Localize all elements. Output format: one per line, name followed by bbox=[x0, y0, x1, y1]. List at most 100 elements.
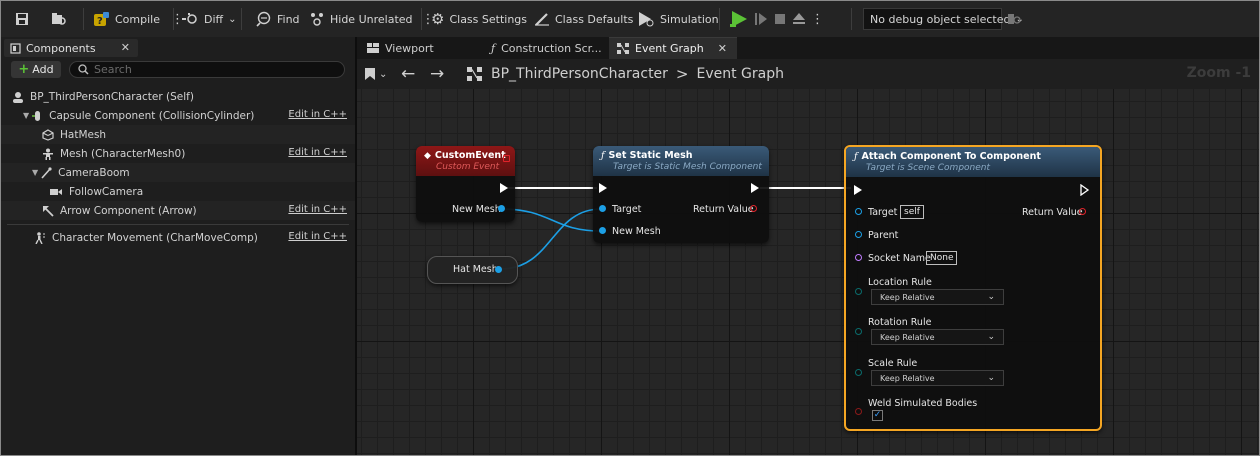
capsule-icon bbox=[32, 110, 41, 121]
eject-icon[interactable] bbox=[792, 11, 806, 27]
debug-object-value: No debug object selected bbox=[870, 12, 1011, 26]
hide-unrelated-button[interactable]: Hide Unrelated ⋮ bbox=[309, 1, 435, 37]
kebab-menu-icon[interactable]: ⋮ bbox=[811, 13, 824, 26]
tree-item-charmove[interactable]: Character Movement (CharMoveComp) Edit i… bbox=[1, 228, 355, 247]
edit-in-cpp-link[interactable]: Edit in C++ bbox=[288, 147, 347, 158]
breadcrumb-blueprint[interactable]: BP_ThirdPersonCharacter bbox=[491, 66, 668, 82]
checkmark-icon: ✓ bbox=[873, 410, 882, 420]
close-icon[interactable]: ✕ bbox=[718, 42, 727, 55]
tree-item-label: Capsule Component (CollisionCylinder) bbox=[49, 109, 255, 122]
tree-item-label: Mesh (CharacterMesh0) bbox=[60, 147, 186, 160]
target-in-pin[interactable] bbox=[599, 205, 606, 212]
debug-object-dropdown[interactable]: No debug object selected ⌄ bbox=[863, 1, 1024, 37]
expand-arrow-icon[interactable]: ▼ bbox=[32, 168, 38, 177]
add-component-button[interactable]: + Add bbox=[11, 61, 61, 78]
attach-component-node[interactable]: ƒ Attach Component To Component Target i… bbox=[844, 145, 1102, 431]
tree-item-arrow[interactable]: Arrow Component (Arrow) Edit in C++ bbox=[1, 201, 355, 220]
target-value-field[interactable]: self bbox=[900, 205, 924, 219]
spring-arm-icon bbox=[41, 166, 52, 179]
find-label: Find bbox=[277, 12, 300, 26]
stop-icon[interactable] bbox=[773, 11, 787, 27]
return-value-out-pin[interactable] bbox=[750, 205, 757, 212]
close-icon[interactable]: ✕ bbox=[121, 41, 130, 54]
breadcrumb-graph[interactable]: Event Graph bbox=[697, 66, 785, 82]
diff-button[interactable]: Diff ⌄ bbox=[181, 1, 237, 37]
socket-name-in-pin[interactable] bbox=[855, 254, 862, 261]
simulation-label: Simulation bbox=[660, 12, 719, 26]
step-icon[interactable] bbox=[754, 11, 768, 27]
location-rule-dropdown[interactable]: Keep Relative ⌄ bbox=[871, 289, 1004, 305]
arrow-component-icon bbox=[43, 205, 54, 217]
compile-button[interactable]: ? Compile ⋮ bbox=[93, 1, 184, 37]
scale-rule-in-pin[interactable] bbox=[855, 369, 862, 376]
graph-navigation-bar: ⌄ ← → BP_ThirdPersonCharacter > Event Gr… bbox=[357, 59, 1259, 89]
tree-item-hatmesh[interactable]: HatMesh bbox=[1, 125, 355, 144]
set-static-mesh-node[interactable]: ƒ Set Static Mesh Target is Static Mesh … bbox=[593, 146, 769, 243]
components-icon bbox=[10, 42, 21, 54]
browse-button[interactable] bbox=[51, 1, 67, 37]
forward-button[interactable]: → bbox=[430, 59, 444, 89]
parent-in-pin[interactable] bbox=[855, 231, 862, 238]
new-mesh-out-pin[interactable] bbox=[498, 205, 505, 212]
event-graph-canvas[interactable]: ◆ CustomEvent Custom Event New Mesh Hat … bbox=[357, 89, 1259, 455]
hat-mesh-variable-node[interactable]: Hat Mesh bbox=[427, 256, 518, 284]
socket-name-field[interactable]: None bbox=[926, 251, 958, 265]
weld-in-pin[interactable] bbox=[855, 408, 862, 415]
self-pawn-icon bbox=[13, 91, 23, 103]
target-in-pin[interactable] bbox=[855, 208, 862, 215]
return-value-out-pin[interactable] bbox=[1079, 208, 1086, 215]
node-title-text: Set Static Mesh bbox=[608, 150, 693, 161]
tree-item-cameraboom[interactable]: ▼ CameraBoom bbox=[1, 163, 355, 182]
back-button[interactable]: ← bbox=[401, 59, 415, 89]
tree-item-capsule[interactable]: ▼ Capsule Component (CollisionCylinder) … bbox=[1, 106, 355, 125]
weld-checkbox[interactable]: ✓ bbox=[872, 410, 883, 421]
class-settings-button[interactable]: ⚙ Class Settings bbox=[431, 1, 527, 37]
tab-label: Viewport bbox=[385, 41, 434, 55]
tab-viewport[interactable]: Viewport bbox=[359, 37, 477, 59]
delegate-pin[interactable] bbox=[503, 155, 510, 162]
components-search-input[interactable]: Search bbox=[69, 61, 345, 78]
tree-item-self[interactable]: BP_ThirdPersonCharacter (Self) bbox=[1, 87, 355, 106]
debug-object-select[interactable]: No debug object selected ⌄ bbox=[863, 8, 1024, 30]
tree-item-label: CameraBoom bbox=[58, 166, 130, 179]
find-button[interactable]: Find bbox=[256, 1, 300, 37]
save-button[interactable] bbox=[15, 1, 29, 37]
exec-in-pin[interactable] bbox=[854, 185, 862, 195]
simulation-button[interactable]: Simulation bbox=[637, 1, 719, 37]
bookmark-button[interactable]: ⌄ bbox=[365, 59, 387, 89]
hat-mesh-out-pin[interactable] bbox=[495, 266, 502, 273]
edit-in-cpp-link[interactable]: Edit in C++ bbox=[288, 231, 347, 242]
exec-in-pin[interactable] bbox=[599, 183, 607, 193]
new-mesh-in-pin[interactable] bbox=[599, 227, 606, 234]
character-movement-icon bbox=[35, 231, 45, 244]
rotation-rule-in-pin[interactable] bbox=[855, 328, 862, 335]
exec-out-pin[interactable] bbox=[500, 183, 508, 193]
rotation-rule-dropdown[interactable]: Keep Relative ⌄ bbox=[871, 329, 1004, 345]
event-graph-icon bbox=[617, 43, 629, 54]
location-rule-in-pin[interactable] bbox=[855, 288, 862, 295]
add-label: Add bbox=[32, 63, 54, 76]
node-subtitle: Target is Static Mesh Component bbox=[613, 162, 762, 172]
breadcrumb: BP_ThirdPersonCharacter > Event Graph bbox=[467, 59, 784, 89]
tree-item-mesh[interactable]: Mesh (CharacterMesh0) Edit in C++ bbox=[1, 144, 355, 163]
edit-in-cpp-link[interactable]: Edit in C++ bbox=[288, 204, 347, 215]
breadcrumb-separator: > bbox=[675, 65, 689, 83]
edit-in-cpp-link[interactable]: Edit in C++ bbox=[288, 109, 347, 120]
class-settings-label: Class Settings bbox=[449, 12, 528, 26]
node-subtitle: Target is Scene Component bbox=[866, 163, 991, 173]
custom-event-node[interactable]: ◆ CustomEvent Custom Event New Mesh bbox=[416, 146, 515, 222]
tree-item-followcamera[interactable]: FollowCamera bbox=[1, 182, 355, 201]
class-defaults-button[interactable]: Class Defaults bbox=[534, 1, 633, 37]
tab-event-graph[interactable]: Event Graph ✕ bbox=[609, 37, 737, 59]
components-tab[interactable]: Components ✕ bbox=[4, 39, 138, 57]
toolbar-separator bbox=[173, 8, 174, 30]
expand-arrow-icon[interactable]: ▼ bbox=[23, 111, 29, 120]
scale-rule-dropdown[interactable]: Keep Relative ⌄ bbox=[871, 370, 1004, 386]
components-panel: Components ✕ + Add Search BP_ThirdPerson… bbox=[1, 37, 357, 455]
tab-construction-script[interactable]: ƒ Construction Scr... bbox=[483, 37, 607, 59]
camera-icon bbox=[50, 188, 62, 195]
bookmark-icon bbox=[365, 68, 375, 80]
exec-out-pin[interactable] bbox=[751, 183, 759, 193]
play-icon[interactable] bbox=[729, 10, 749, 28]
debug-filter-icon[interactable] bbox=[1007, 12, 1021, 26]
